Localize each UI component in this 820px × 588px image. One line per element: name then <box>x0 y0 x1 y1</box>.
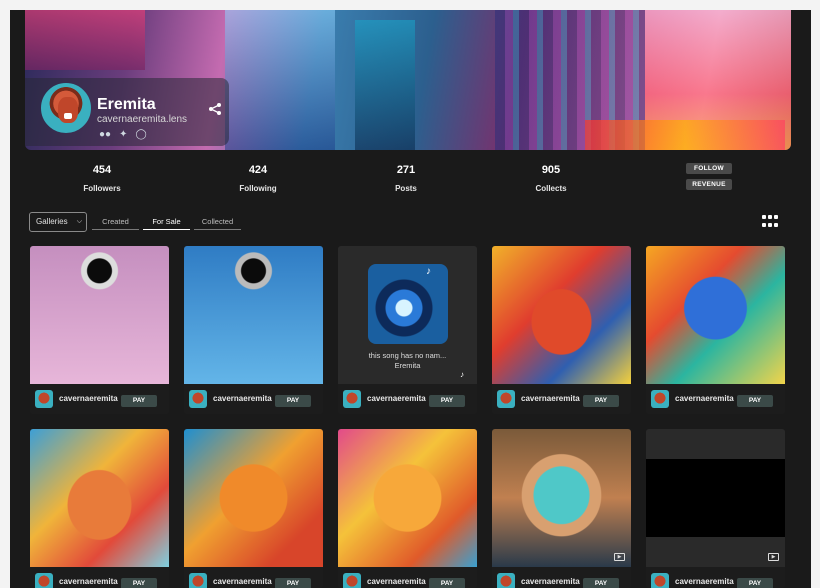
card-username[interactable]: cavernaeremita <box>675 577 734 586</box>
globe-icon[interactable]: ◯ <box>135 129 146 141</box>
stat-collects: 905 Collects <box>535 164 567 193</box>
avatar[interactable] <box>189 390 207 408</box>
card-username[interactable]: cavernaeremita <box>213 394 272 403</box>
follow-button[interactable]: FOLLOW <box>686 163 732 174</box>
song-player[interactable]: ♪ this song has no nam... Eremita ♪ <box>338 246 477 384</box>
nft-image[interactable] <box>646 246 785 384</box>
nft-card[interactable]: cavernaeremita PAY <box>646 246 785 414</box>
pay-button[interactable]: PAY <box>737 578 773 588</box>
nft-card[interactable]: ▶ cavernaeremita PAY <box>492 429 631 588</box>
song-cover-image[interactable] <box>368 264 448 344</box>
nft-card[interactable]: cavernaeremita PAY <box>30 429 169 588</box>
avatar[interactable] <box>497 390 515 408</box>
avatar[interactable] <box>343 573 361 588</box>
chevron-down-icon: ⌵ <box>76 218 82 225</box>
song-title: this song has no nam... <box>368 351 447 360</box>
avatar[interactable] <box>651 573 669 588</box>
card-username[interactable]: cavernaeremita <box>367 577 426 586</box>
pay-button[interactable]: PAY <box>583 578 619 588</box>
social-links: ●● ✦ ◯ <box>99 129 147 141</box>
card-footer: cavernaeremita PAY <box>646 384 785 414</box>
nft-video[interactable]: ▶ <box>646 429 785 567</box>
share-icon[interactable] <box>207 102 223 118</box>
nft-card[interactable]: ▶ cavernaeremita PAY <box>646 429 785 588</box>
avatar[interactable] <box>41 83 91 133</box>
nft-card[interactable]: cavernaeremita PAY <box>184 429 323 588</box>
card-username[interactable]: cavernaeremita <box>521 394 580 403</box>
tab-for-sale[interactable]: For Sale <box>143 214 190 230</box>
pay-button[interactable]: PAY <box>429 578 465 588</box>
card-username[interactable]: cavernaeremita <box>213 577 272 586</box>
pay-button[interactable]: PAY <box>583 395 619 407</box>
nft-card[interactable]: cavernaeremita PAY <box>338 429 477 588</box>
card-footer: cavernaeremita PAY <box>338 567 477 588</box>
video-icon: ▶ <box>614 553 625 561</box>
card-footer: cavernaeremita PAY <box>184 384 323 414</box>
lens-icon[interactable]: ●● <box>99 129 111 141</box>
galleries-select[interactable]: Galleries ⌵ <box>29 212 87 232</box>
card-footer: cavernaeremita PAY <box>338 384 477 414</box>
avatar[interactable] <box>35 573 53 588</box>
card-footer: cavernaeremita PAY <box>646 567 785 588</box>
nft-image[interactable] <box>184 429 323 567</box>
card-footer: cavernaeremita PAY <box>492 384 631 414</box>
profile-handle[interactable]: cavernaeremita.lens <box>97 114 187 125</box>
nft-card[interactable]: cavernaeremita PAY <box>30 246 169 414</box>
pay-button[interactable]: PAY <box>737 395 773 407</box>
card-footer: cavernaeremita PAY <box>492 567 631 588</box>
twitter-icon[interactable]: ✦ <box>119 129 127 141</box>
profile-page: Eremita cavernaeremita.lens ●● ✦ ◯ 454 F… <box>10 10 811 588</box>
pay-button[interactable]: PAY <box>429 395 465 407</box>
card-username[interactable]: cavernaeremita <box>367 394 426 403</box>
profile-name: Eremita <box>97 96 156 113</box>
nft-image[interactable] <box>30 246 169 384</box>
nft-image[interactable] <box>492 246 631 384</box>
pay-button[interactable]: PAY <box>121 395 157 407</box>
profile-banner: Eremita cavernaeremita.lens ●● ✦ ◯ <box>25 10 791 150</box>
stat-following[interactable]: 424 Following <box>213 164 303 193</box>
music-note-icon: ♪ <box>426 266 431 277</box>
card-username[interactable]: cavernaeremita <box>521 577 580 586</box>
card-footer: cavernaeremita PAY <box>30 384 169 414</box>
video-icon: ▶ <box>768 553 779 561</box>
card-footer: cavernaeremita PAY <box>184 567 323 588</box>
nft-image[interactable] <box>338 429 477 567</box>
song-artist: Eremita <box>394 361 421 370</box>
avatar[interactable] <box>497 573 515 588</box>
profile-card: Eremita cavernaeremita.lens ●● ✦ ◯ <box>25 78 229 146</box>
nft-card[interactable]: cavernaeremita PAY <box>184 246 323 414</box>
avatar[interactable] <box>35 390 53 408</box>
pay-button[interactable]: PAY <box>121 578 157 588</box>
tab-collected[interactable]: Collected <box>194 214 241 230</box>
speaker-icon[interactable]: ♪ <box>460 370 464 379</box>
stat-followers[interactable]: 454 Followers <box>57 164 147 193</box>
grid-view-icon[interactable] <box>762 215 778 229</box>
card-username[interactable]: cavernaeremita <box>59 394 118 403</box>
avatar[interactable] <box>189 573 207 588</box>
nft-image[interactable]: ▶ <box>492 429 631 567</box>
stat-posts: 271 Posts <box>395 164 417 193</box>
revenue-button[interactable]: REVENUE <box>686 179 732 190</box>
tab-created[interactable]: Created <box>92 214 139 230</box>
nft-card[interactable]: cavernaeremita PAY <box>492 246 631 414</box>
nft-card[interactable]: ♪ this song has no nam... Eremita ♪ cave… <box>338 246 477 414</box>
pay-button[interactable]: PAY <box>275 578 311 588</box>
avatar[interactable] <box>343 390 361 408</box>
nft-image[interactable] <box>30 429 169 567</box>
card-footer: cavernaeremita PAY <box>30 567 169 588</box>
avatar[interactable] <box>651 390 669 408</box>
card-username[interactable]: cavernaeremita <box>675 394 734 403</box>
pay-button[interactable]: PAY <box>275 395 311 407</box>
nft-image[interactable] <box>184 246 323 384</box>
card-username[interactable]: cavernaeremita <box>59 577 118 586</box>
